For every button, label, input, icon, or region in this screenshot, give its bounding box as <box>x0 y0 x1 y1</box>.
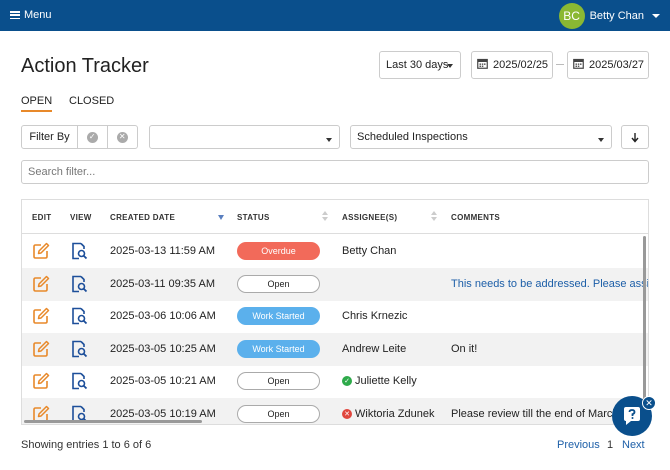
date-to-field[interactable]: 2025/03/27 <box>567 51 649 79</box>
arrow-down-icon <box>631 132 639 143</box>
view-icon[interactable] <box>70 372 88 393</box>
chat-help-icon <box>624 407 640 425</box>
sort-desc-icon[interactable] <box>218 211 224 221</box>
created-date-cell: 2025-03-05 10:25 AM <box>110 342 216 355</box>
assignee-cell: Betty Chan <box>342 245 396 257</box>
sort-icon[interactable] <box>322 211 328 221</box>
edit-icon[interactable] <box>32 372 50 393</box>
caret-down-icon <box>447 64 453 68</box>
column-header-assignees[interactable]: ASSIGNEE(S) <box>342 213 397 222</box>
view-icon[interactable] <box>70 340 88 361</box>
table-row: 2025-03-11 09:35 AM Open This needs to be … <box>22 267 649 301</box>
comment-cell: Please review till the end of March <box>451 407 619 420</box>
table-row: 2025-03-13 11:59 AM Overdue Betty Chan <box>22 235 648 268</box>
calendar-icon <box>573 58 584 72</box>
caret-down-icon <box>326 138 332 142</box>
created-date-cell: 2025-03-05 10:21 AM <box>110 375 216 387</box>
filter-select-type[interactable]: Scheduled Inspections <box>350 125 612 149</box>
avatar: BC <box>558 3 585 29</box>
assignee-cell: Andrew Leite <box>342 343 406 355</box>
chevron-down-icon <box>652 14 660 18</box>
created-date-cell: 2025-03-06 10:06 AM <box>110 310 216 322</box>
x-circle-icon: ✕ <box>116 131 128 143</box>
edit-icon[interactable] <box>32 307 50 328</box>
actions-table: EDIT VIEW CREATED DATE STATUS ASSIGNEE(S… <box>21 199 649 425</box>
entries-summary: Showing entries 1 to 6 of 6 <box>21 439 152 451</box>
edit-icon[interactable] <box>32 340 50 361</box>
edit-icon[interactable] <box>32 275 50 296</box>
assignee-cell: Chris Krnezic <box>342 310 407 322</box>
menu-label: Menu <box>24 9 52 21</box>
horizontal-scrollbar[interactable] <box>24 420 202 423</box>
assignee-name: Betty Chan <box>342 245 397 257</box>
assignee-name: Juliette Kelly <box>355 375 417 387</box>
user-name: Betty Chan <box>589 10 644 22</box>
date-range-select[interactable]: Last 30 days <box>379 51 461 79</box>
caret-down-icon <box>598 138 604 142</box>
filter-apply-button[interactable]: ✓ <box>78 126 108 148</box>
hamburger-icon <box>10 11 20 19</box>
tab-closed[interactable]: CLOSED <box>69 95 114 107</box>
tab-open[interactable]: OPEN <box>21 95 53 112</box>
sort-direction-button[interactable] <box>621 125 649 149</box>
pagination-page-1[interactable]: 1 <box>607 439 613 451</box>
top-navigation-bar: Menu BC Betty Chan <box>0 0 670 31</box>
filter-group: Filter By ✓ ✕ <box>21 125 138 149</box>
status-badge: Open <box>237 274 320 293</box>
column-header-comments: COMMENTS <box>451 213 501 222</box>
status-badge: Work Started <box>237 307 320 325</box>
column-header-edit: EDIT <box>32 213 52 222</box>
filter-clear-button[interactable]: ✕ <box>108 126 137 148</box>
check-circle-icon: ✓ <box>86 131 98 143</box>
created-date-cell: 2025-03-05 10:19 AM <box>110 407 216 420</box>
view-icon[interactable] <box>70 307 88 328</box>
calendar-icon <box>477 58 488 72</box>
column-header-created-date[interactable]: CREATED DATE <box>110 213 175 222</box>
filter-by-label: Filter By <box>22 126 79 148</box>
date-from-field[interactable]: 2025/02/25 <box>471 51 553 79</box>
page-title: Action Tracker <box>21 55 149 77</box>
created-date-cell: 2025-03-13 11:59 AM <box>110 245 215 257</box>
view-icon[interactable] <box>70 275 88 296</box>
search-input[interactable] <box>21 160 649 184</box>
table-row: 2025-03-05 10:25 AM Work Started Andrew Le… <box>22 332 648 366</box>
view-icon[interactable] <box>70 242 88 263</box>
menu-button[interactable]: Menu <box>10 9 52 21</box>
table-row: 2025-03-05 10:21 AM Open ✓ Juliette Kelly <box>22 365 648 398</box>
status-badge: Overdue <box>237 242 320 260</box>
date-to-value: 2025/03/27 <box>589 59 645 71</box>
column-header-status[interactable]: STATUS <box>237 213 270 222</box>
assignee-cell: ✓ Juliette Kelly <box>342 375 417 387</box>
filter-select-primary[interactable] <box>149 125 340 149</box>
date-from-value: 2025/02/25 <box>493 59 549 71</box>
close-icon[interactable]: ✕ <box>642 396 656 410</box>
assignee-name: Chris Krnezic <box>342 310 408 322</box>
edit-icon[interactable] <box>32 242 50 263</box>
filter-select-type-value: Scheduled Inspections <box>357 131 468 143</box>
created-date-cell: 2025-03-11 09:35 AM <box>110 277 215 290</box>
sort-icon[interactable] <box>431 211 437 221</box>
table-row: 2025-03-06 10:06 AM Work Started Chris Krn… <box>22 300 648 333</box>
date-range-value: Last 30 days <box>386 59 449 71</box>
assignee-cell: ✕ Wiktoria Zdunek <box>342 408 434 420</box>
status-badge: Work Started <box>237 339 320 358</box>
pagination-next[interactable]: Next <box>622 439 645 451</box>
assignee-name: Andrew Leite <box>342 342 407 355</box>
check-circle-icon: ✓ <box>342 376 352 386</box>
status-badge: Open <box>237 404 320 423</box>
date-separator <box>556 64 564 65</box>
pagination-previous[interactable]: Previous <box>557 439 600 451</box>
assignee-name: Wiktoria Zdunek <box>355 407 435 420</box>
comment-cell: This needs to be addressed. Please assig… <box>451 277 649 290</box>
status-badge: Open <box>237 372 320 390</box>
column-header-view: VIEW <box>70 213 92 222</box>
user-menu[interactable]: BC Betty Chan <box>558 3 660 29</box>
table-header: EDIT VIEW CREATED DATE STATUS ASSIGNEE(S… <box>22 200 648 234</box>
comment-cell: On it! <box>451 342 478 355</box>
x-circle-icon: ✕ <box>342 408 352 419</box>
